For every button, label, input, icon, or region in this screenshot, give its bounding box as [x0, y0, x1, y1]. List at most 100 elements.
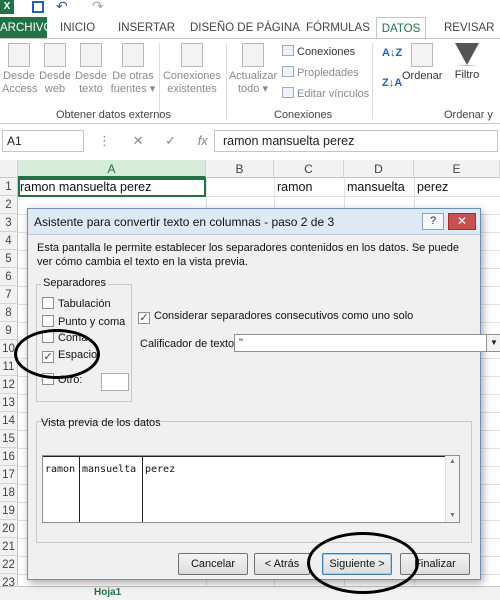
row-header[interactable]: 9 [0, 322, 18, 340]
close-button[interactable]: ✕ [448, 213, 476, 230]
row-header[interactable]: 6 [0, 268, 18, 286]
existing-connections-icon [181, 43, 203, 67]
cell-c1[interactable]: ramon [277, 178, 312, 196]
connections-button[interactable]: Conexiones [282, 45, 355, 58]
row-header[interactable]: 2 [0, 196, 18, 214]
preview-column[interactable]: perez [143, 456, 445, 522]
column-header-a[interactable]: A [18, 160, 206, 178]
name-box[interactable]: A1 [2, 130, 84, 152]
cancel-button[interactable]: Cancelar [178, 553, 248, 575]
preview-column[interactable]: ramon [43, 456, 80, 522]
excel-logo-icon: X [0, 0, 14, 14]
formula-controls: ⋮ ✕ ✓ fx [96, 130, 212, 152]
sort-za-icon[interactable]: Z↓A [382, 77, 402, 89]
row-header[interactable]: 3 [0, 214, 18, 232]
tab-formulas[interactable]: FÓRMULAS [306, 17, 370, 39]
from-text-label: Desde texto [75, 70, 107, 95]
cell-e1[interactable]: perez [417, 178, 448, 196]
cancel-formula-icon[interactable]: ✕ [133, 133, 144, 148]
column-header-e[interactable]: E [414, 160, 500, 178]
enter-formula-icon[interactable]: ✓ [165, 133, 176, 148]
row-header[interactable]: 21 [0, 538, 18, 556]
checkbox-consecutive[interactable]: ✓ Considerar separadores consecutivos com… [138, 310, 413, 324]
tab-page-layout[interactable]: DISEÑO DE PÁGINA [190, 17, 300, 39]
row-header[interactable]: 5 [0, 250, 18, 268]
existing-connections-button[interactable]: Conexiones existentes [162, 43, 222, 96]
from-web-button[interactable]: Desde web [38, 43, 72, 96]
row-header[interactable]: 7 [0, 286, 18, 304]
row-header[interactable]: 8 [0, 304, 18, 322]
selected-cell-outline [18, 178, 206, 197]
sort-button[interactable]: Ordenar [402, 43, 442, 83]
sort-icon [411, 43, 433, 67]
sort-az-icon[interactable]: A↓Z [382, 47, 402, 59]
scroll-down-icon[interactable]: ▼ [449, 512, 456, 519]
save-icon[interactable] [32, 1, 44, 13]
row-header[interactable]: 1 [0, 178, 18, 196]
dialog-description: Esta pantalla le permite establecer los … [37, 242, 459, 268]
preview-column[interactable]: mansuelta [80, 456, 143, 522]
other-separator-input[interactable] [101, 373, 129, 391]
from-text-button[interactable]: Desde texto [74, 43, 108, 96]
formula-input[interactable]: ramon mansuelta perez [214, 130, 498, 152]
data-preview-pane[interactable]: ramon mansuelta perez ▲ ▼ [42, 455, 460, 523]
other-sources-button[interactable]: De otras fuentes ▾ [110, 43, 156, 96]
filter-button[interactable]: Filtro [450, 43, 484, 82]
back-button[interactable]: < Atrás [254, 553, 310, 575]
tab-insert[interactable]: INSERTAR [118, 17, 175, 39]
insert-function-icon[interactable]: fx [198, 133, 208, 148]
edit-links-button[interactable]: Editar vínculos [282, 87, 369, 100]
chevron-down-icon[interactable]: ▼ [486, 335, 500, 351]
sheet-tab[interactable]: Hoja1 [94, 587, 121, 598]
other-sources-icon [122, 43, 144, 67]
checkbox-semicolon-box[interactable] [42, 315, 54, 327]
row-header[interactable]: 20 [0, 520, 18, 538]
tab-file[interactable]: ARCHIVO [0, 17, 52, 39]
row-header[interactable]: 22 [0, 556, 18, 574]
checkbox-tab[interactable]: Tabulación [42, 297, 111, 310]
edit-links-label: Editar vínculos [297, 88, 370, 100]
tab-data[interactable]: DATOS [376, 17, 426, 39]
scroll-up-icon[interactable]: ▲ [449, 458, 456, 465]
select-all-corner[interactable] [0, 160, 18, 178]
row-header[interactable]: 13 [0, 394, 18, 412]
filter-label: Filtro [454, 69, 480, 81]
undo-icon[interactable]: ↶ [56, 0, 68, 15]
preview-scrollbar[interactable]: ▲ ▼ [445, 456, 459, 522]
preview-label: Vista previa de los datos [41, 417, 161, 429]
dialog-title: Asistente para convertir texto en column… [28, 209, 480, 235]
tab-home[interactable]: INICIO [60, 17, 95, 39]
text-qualifier-value: " [239, 337, 243, 349]
refresh-all-button[interactable]: Actualizar todo ▾ [228, 43, 278, 96]
column-header-d[interactable]: D [344, 160, 414, 178]
ribbon-body: Desde Access Desde web Desde texto De ot… [0, 38, 500, 124]
checkbox-consecutive-box[interactable]: ✓ [138, 312, 150, 324]
column-header-b[interactable]: B [206, 160, 274, 178]
from-access-button[interactable]: Desde Access [2, 43, 37, 96]
column-header-c[interactable]: C [274, 160, 344, 178]
row-header[interactable]: 18 [0, 484, 18, 502]
checkbox-tab-box[interactable] [42, 297, 54, 309]
cell-d1[interactable]: mansuelta [347, 178, 405, 196]
tab-review[interactable]: REVISAR [444, 17, 495, 39]
ribbon-separator [226, 43, 227, 119]
properties-button[interactable]: Propiedades [282, 66, 359, 79]
from-web-label: Desde web [39, 70, 71, 95]
annotation-circle [14, 329, 100, 379]
ribbon-separator [159, 43, 160, 119]
row-header[interactable]: 17 [0, 466, 18, 484]
access-icon [8, 43, 30, 67]
text-qualifier-select[interactable]: " ▼ [234, 334, 500, 352]
row-header[interactable]: 16 [0, 448, 18, 466]
row-header[interactable]: 4 [0, 232, 18, 250]
checkbox-consecutive-label: Considerar separadores consecutivos como… [154, 310, 414, 322]
row-header[interactable]: 19 [0, 502, 18, 520]
row-header[interactable]: 15 [0, 430, 18, 448]
formula-bar: A1 ⋮ ✕ ✓ fx ramon mansuelta perez [0, 130, 500, 154]
row-header[interactable]: 12 [0, 376, 18, 394]
help-button[interactable]: ? [422, 213, 444, 230]
checkbox-semicolon[interactable]: Punto y coma [42, 315, 125, 328]
redo-icon[interactable]: ↷ [92, 0, 104, 15]
properties-icon [282, 66, 294, 77]
row-header[interactable]: 14 [0, 412, 18, 430]
